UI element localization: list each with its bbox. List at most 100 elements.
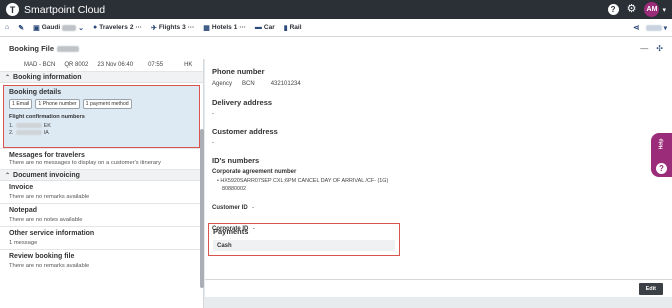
train-icon: ▮ bbox=[283, 24, 288, 32]
more-icon[interactable]: ··· bbox=[188, 24, 195, 31]
travelport-logo: T bbox=[6, 3, 19, 16]
invoice-item[interactable]: Invoice There are no remarks available bbox=[0, 181, 203, 204]
sidebar-scrollbar[interactable] bbox=[200, 129, 204, 288]
section-title: Delivery address bbox=[212, 98, 273, 107]
messages-item[interactable]: Messages for travelers There are no mess… bbox=[0, 148, 203, 170]
nav-travelers-label: Travelers bbox=[99, 24, 128, 31]
review-item[interactable]: Review booking file There are no remarks… bbox=[0, 250, 203, 272]
office-selector[interactable]: ▾ bbox=[645, 24, 667, 32]
nav-car-label: Car bbox=[263, 24, 275, 31]
avatar[interactable]: AM bbox=[644, 2, 660, 17]
phone-row: Agency BCN 432101234 bbox=[212, 81, 301, 87]
section-booking-information[interactable]: ⌃ Booking information bbox=[0, 72, 203, 83]
help-label: Help bbox=[658, 138, 665, 150]
nav-hotels-count: 1 bbox=[233, 24, 238, 31]
booking-details-panel: Phone number Agency BCN 432101234 Delive… bbox=[205, 59, 672, 288]
confirmation-line: 2. IA bbox=[9, 129, 194, 136]
item-subtitle: There are no remarks available bbox=[9, 194, 90, 200]
section-document-invoicing[interactable]: ⌃ Document invoicing bbox=[0, 170, 203, 181]
more-icon[interactable]: ··· bbox=[135, 24, 142, 31]
booking-details-card[interactable]: Booking details 1 Email 1 Phone number 1… bbox=[3, 85, 200, 148]
tools-button[interactable]: ✎ bbox=[18, 24, 24, 32]
chevron-down-icon: ⌄ bbox=[78, 24, 85, 32]
line-number: 1. bbox=[9, 122, 14, 129]
help-tab[interactable]: Help ? bbox=[651, 133, 672, 177]
help-icon[interactable]: ? bbox=[607, 4, 619, 15]
corp-agreement-label: Corporate agreement number bbox=[212, 169, 297, 175]
pin-icon[interactable]: ✣ bbox=[656, 44, 663, 53]
section-title: Customer address bbox=[212, 127, 278, 136]
home-icon: ⌂ bbox=[5, 24, 10, 31]
nav-flights[interactable]: ✈ Flights 3 ··· bbox=[151, 24, 194, 32]
customer-address-section: Customer address - bbox=[212, 127, 278, 146]
minimize-icon[interactable]: — bbox=[640, 44, 648, 53]
flight-date: 23 Nov 06:40 bbox=[97, 62, 134, 68]
osi-item[interactable]: Other service information 1 message bbox=[0, 227, 203, 250]
nav-flights-label: Flights bbox=[158, 24, 181, 31]
notepad-item[interactable]: Notepad There are no notes available bbox=[0, 204, 203, 227]
corp-agreement-line: • HX5920SARR07SEP CXL:6PM CANCEL DAY OF … bbox=[217, 178, 389, 184]
section-label: Document invoicing bbox=[13, 171, 80, 179]
redacted-text bbox=[645, 24, 662, 31]
more-icon[interactable]: ··· bbox=[239, 24, 246, 31]
booking-sidebar: MAD - BCN QR 8002 23 Nov 06:40 07:55 HK … bbox=[0, 59, 204, 308]
item-title: Messages for travelers bbox=[9, 152, 85, 159]
chevron-up-icon: ⌃ bbox=[5, 74, 11, 81]
chevron-up-icon: ⌃ bbox=[5, 172, 11, 179]
airline-code: IA bbox=[43, 129, 49, 136]
nav-hotels[interactable]: ▦ Hotels 1 ··· bbox=[203, 24, 246, 32]
chip-email: 1 Email bbox=[9, 99, 33, 109]
payment-method: Cash bbox=[213, 240, 395, 251]
delivery-value: - bbox=[212, 111, 214, 117]
question-icon[interactable]: ? bbox=[656, 163, 667, 174]
nav-rail[interactable]: ▮ Rail bbox=[284, 24, 302, 32]
payments-title: Payments bbox=[213, 227, 249, 236]
redacted-text bbox=[15, 130, 42, 135]
chevron-down-icon: ▾ bbox=[663, 24, 667, 32]
flight-route: MAD - BCN bbox=[24, 62, 56, 68]
airline-code: EK bbox=[43, 122, 51, 129]
corp-agreement-number: 80880002 bbox=[222, 186, 246, 192]
item-subtitle: There are no remarks available bbox=[9, 263, 90, 269]
nav-car[interactable]: ▬ Car bbox=[255, 24, 275, 31]
item-title: Other service information bbox=[9, 230, 95, 237]
section-label: Booking information bbox=[13, 73, 82, 81]
phone-type: Agency bbox=[212, 81, 233, 87]
payments-card[interactable]: Payments Cash bbox=[208, 223, 400, 256]
item-title: Notepad bbox=[9, 207, 37, 214]
wrench-icon: ✎ bbox=[18, 24, 25, 32]
nav-hotels-label: Hotels bbox=[211, 24, 232, 31]
section-title: Phone number bbox=[212, 67, 265, 76]
contact-chips: 1 Email 1 Phone number 1 payment method bbox=[9, 99, 194, 109]
customer-id-value: - bbox=[252, 205, 255, 211]
redacted-text bbox=[62, 24, 77, 31]
nav-travelers[interactable]: ● Travelers 2 ··· bbox=[93, 24, 142, 31]
confirmation-line: 1. EK bbox=[9, 122, 194, 129]
phone-number: 432101234 bbox=[270, 81, 301, 87]
home-button[interactable]: ⌂ bbox=[5, 24, 9, 31]
nav-rail-label: Rail bbox=[289, 24, 302, 31]
nav-flights-count: 3 bbox=[182, 24, 186, 31]
workspace-nav: ⌂ ✎ ▣ Gaudi ⌄ ● Travelers 2 ··· ✈ Flight… bbox=[0, 19, 672, 37]
chip-phone: 1 Phone number bbox=[35, 99, 80, 109]
flight-number: QR 8002 bbox=[64, 62, 89, 68]
pnr-selector[interactable]: ▣ Gaudi ⌄ bbox=[33, 24, 84, 32]
app-header: T Smartpoint Cloud ? ⚙ AM ▾ bbox=[0, 0, 672, 19]
item-subtitle: There are no notes available bbox=[9, 217, 83, 223]
action-bar: Edit bbox=[205, 279, 672, 297]
customer-id-label: Customer ID bbox=[212, 205, 248, 211]
pnr-name: Gaudi bbox=[41, 24, 61, 31]
delivery-section: Delivery address - bbox=[212, 98, 272, 117]
share-icon[interactable]: ⋖ bbox=[633, 23, 640, 32]
booking-file-title: Booking File bbox=[9, 43, 54, 53]
item-title: Invoice bbox=[9, 184, 34, 191]
flight-summary[interactable]: MAD - BCN QR 8002 23 Nov 06:40 07:55 HK bbox=[0, 59, 203, 72]
phone-city: BCN bbox=[242, 81, 255, 87]
page-title: Booking File bbox=[9, 44, 79, 53]
redacted-text bbox=[57, 45, 79, 52]
edit-button[interactable]: Edit bbox=[638, 283, 663, 295]
chevron-down-icon[interactable]: ▾ bbox=[662, 6, 666, 14]
item-subtitle: There are no messages to display on a cu… bbox=[9, 160, 161, 166]
flight-confirmation-title: Flight confirmation numbers bbox=[9, 114, 85, 120]
gear-icon[interactable]: ⚙ bbox=[627, 4, 637, 15]
